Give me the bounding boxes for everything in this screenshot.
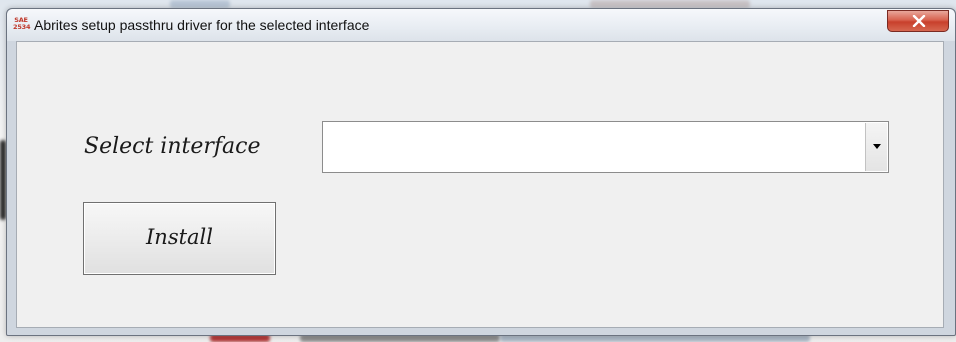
close-icon bbox=[912, 15, 926, 27]
background-fragment bbox=[590, 0, 750, 8]
install-button-label: Install bbox=[146, 225, 213, 249]
close-button[interactable] bbox=[887, 10, 949, 32]
sae-2534-icon: SAE 2534 bbox=[13, 16, 31, 31]
window-title: Abrites setup passthru driver for the se… bbox=[34, 17, 370, 33]
background-fragment bbox=[170, 0, 230, 8]
dialog-client-area: Select interface Install bbox=[16, 41, 944, 328]
combobox-dropdown-button[interactable] bbox=[865, 123, 887, 171]
dialog-window: SAE 2534 Abrites setup passthru driver fo… bbox=[6, 8, 956, 336]
install-button[interactable]: Install bbox=[83, 202, 276, 275]
chevron-down-icon bbox=[873, 144, 881, 149]
select-interface-label: Select interface bbox=[84, 134, 261, 159]
interface-combobox[interactable] bbox=[322, 121, 889, 173]
title-bar[interactable]: SAE 2534 Abrites setup passthru driver fo… bbox=[7, 9, 955, 41]
